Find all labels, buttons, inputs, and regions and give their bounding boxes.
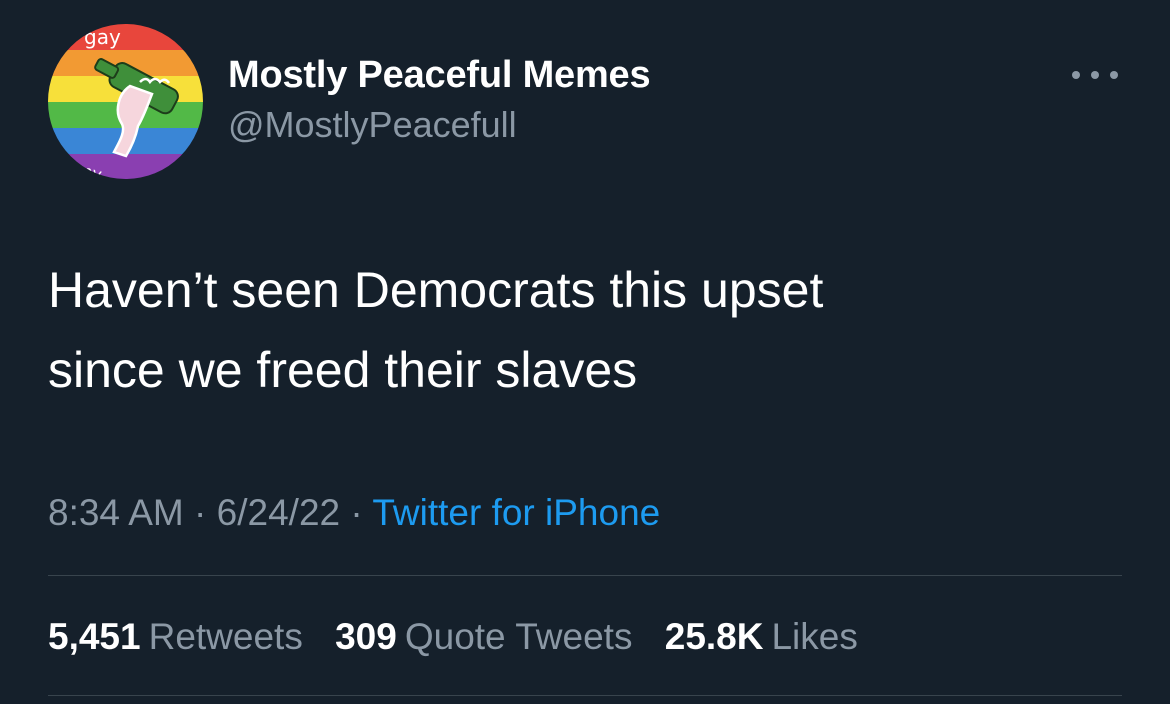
tweet-source-link[interactable]: Twitter for iPhone xyxy=(372,492,660,533)
likes-count: 25.8K xyxy=(664,616,764,657)
quote-tweets-label: Quote Tweets xyxy=(404,616,633,657)
likes-stat[interactable]: 25.8K Likes xyxy=(665,616,858,657)
tweet-stats: 5,451 Retweets 309 Quote Tweets 25.8K Likes xyxy=(48,612,880,662)
tweet-date[interactable]: 6/24/22 xyxy=(217,492,340,533)
meta-separator: · xyxy=(350,492,373,533)
avatar[interactable]: gay army xyxy=(48,24,203,179)
more-dot xyxy=(1072,71,1080,79)
retweets-stat[interactable]: 5,451 Retweets xyxy=(48,616,303,657)
likes-label: Likes xyxy=(771,616,858,657)
quote-tweets-stat[interactable]: 309 Quote Tweets xyxy=(335,616,632,657)
divider xyxy=(48,695,1122,696)
author-handle[interactable]: @MostlyPeacefull xyxy=(228,102,650,148)
tweet-time[interactable]: 8:34 AM xyxy=(48,492,184,533)
tweet-meta: 8:34 AM · 6/24/22 · Twitter for iPhone xyxy=(48,488,660,538)
tweet-container: gay army Mostly Peaceful Memes @MostlyPe… xyxy=(0,0,1170,704)
more-options-icon[interactable] xyxy=(1072,60,1118,90)
divider xyxy=(48,575,1122,576)
quote-tweets-count: 309 xyxy=(335,616,397,657)
more-dot xyxy=(1091,71,1099,79)
meta-separator: · xyxy=(194,492,217,533)
author-display-name[interactable]: Mostly Peaceful Memes xyxy=(228,52,651,98)
avatar-text-gay: gay xyxy=(84,25,121,49)
retweets-count: 5,451 xyxy=(48,616,141,657)
author-names: Mostly Peaceful Memes @MostlyPeacefull xyxy=(228,52,651,148)
retweets-label: Retweets xyxy=(148,616,303,657)
tweet-text: Haven’t seen Democrats this upset since … xyxy=(48,262,824,398)
rainbow-hand-bottle-avatar-icon: gay army xyxy=(48,24,203,179)
more-dot xyxy=(1110,71,1118,79)
